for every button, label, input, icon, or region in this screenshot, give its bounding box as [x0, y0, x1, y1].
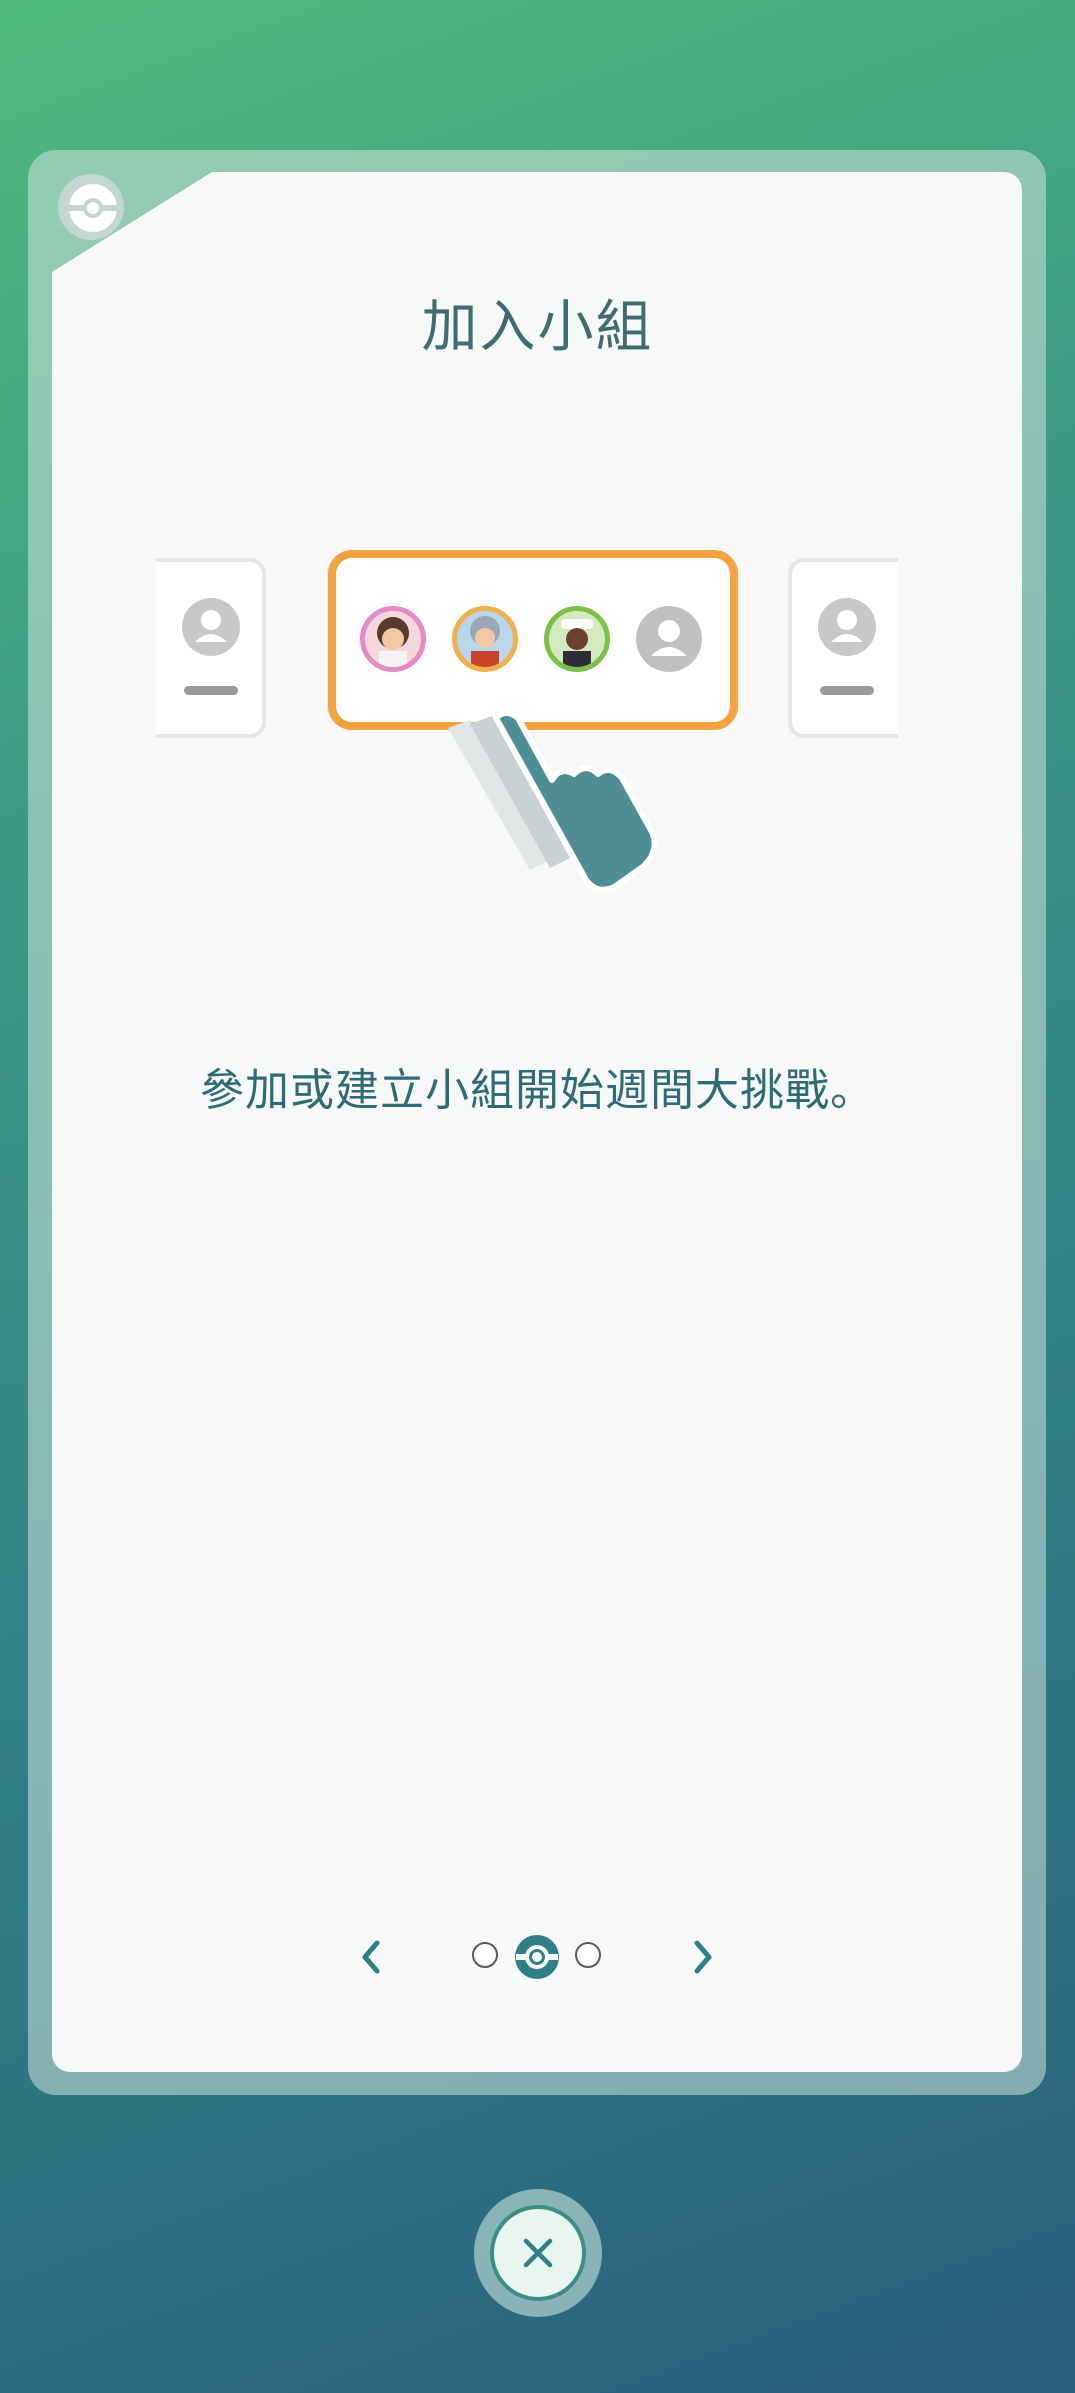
dialog-description: 參加或建立小組開始週間大挑戰。 — [200, 1065, 875, 1116]
close-button[interactable] — [474, 2189, 602, 2317]
group-card-selected — [328, 550, 738, 730]
pokeball-corner-icon — [58, 174, 124, 240]
tap-hand-icon — [448, 710, 658, 893]
placeholder-bar — [820, 686, 874, 695]
previous-page-button[interactable] — [346, 1932, 396, 1982]
user-placeholder-icon — [818, 598, 876, 656]
page-indicator-dot-3[interactable] — [575, 1942, 601, 1968]
chevron-left-icon — [362, 1940, 380, 1974]
trainer-avatar-2 — [452, 606, 518, 672]
group-illustration — [156, 540, 920, 900]
next-page-button[interactable] — [678, 1932, 728, 1982]
dialog-title: 加入小組 — [421, 295, 654, 360]
group-card-right — [788, 558, 898, 738]
trainer-avatar-3 — [544, 606, 610, 672]
chevron-right-icon — [694, 1940, 712, 1974]
user-placeholder-icon — [182, 598, 240, 656]
close-icon — [523, 2238, 553, 2268]
close-button-inner — [490, 2205, 586, 2301]
group-card-left — [156, 558, 266, 738]
page-indicator-dot-1[interactable] — [472, 1942, 498, 1968]
placeholder-bar — [184, 686, 238, 695]
page-indicator-active-pokeball-icon — [515, 1935, 559, 1979]
user-placeholder-icon — [636, 606, 702, 672]
trainer-avatar-1 — [360, 606, 426, 672]
dialog-card — [52, 172, 1022, 2072]
